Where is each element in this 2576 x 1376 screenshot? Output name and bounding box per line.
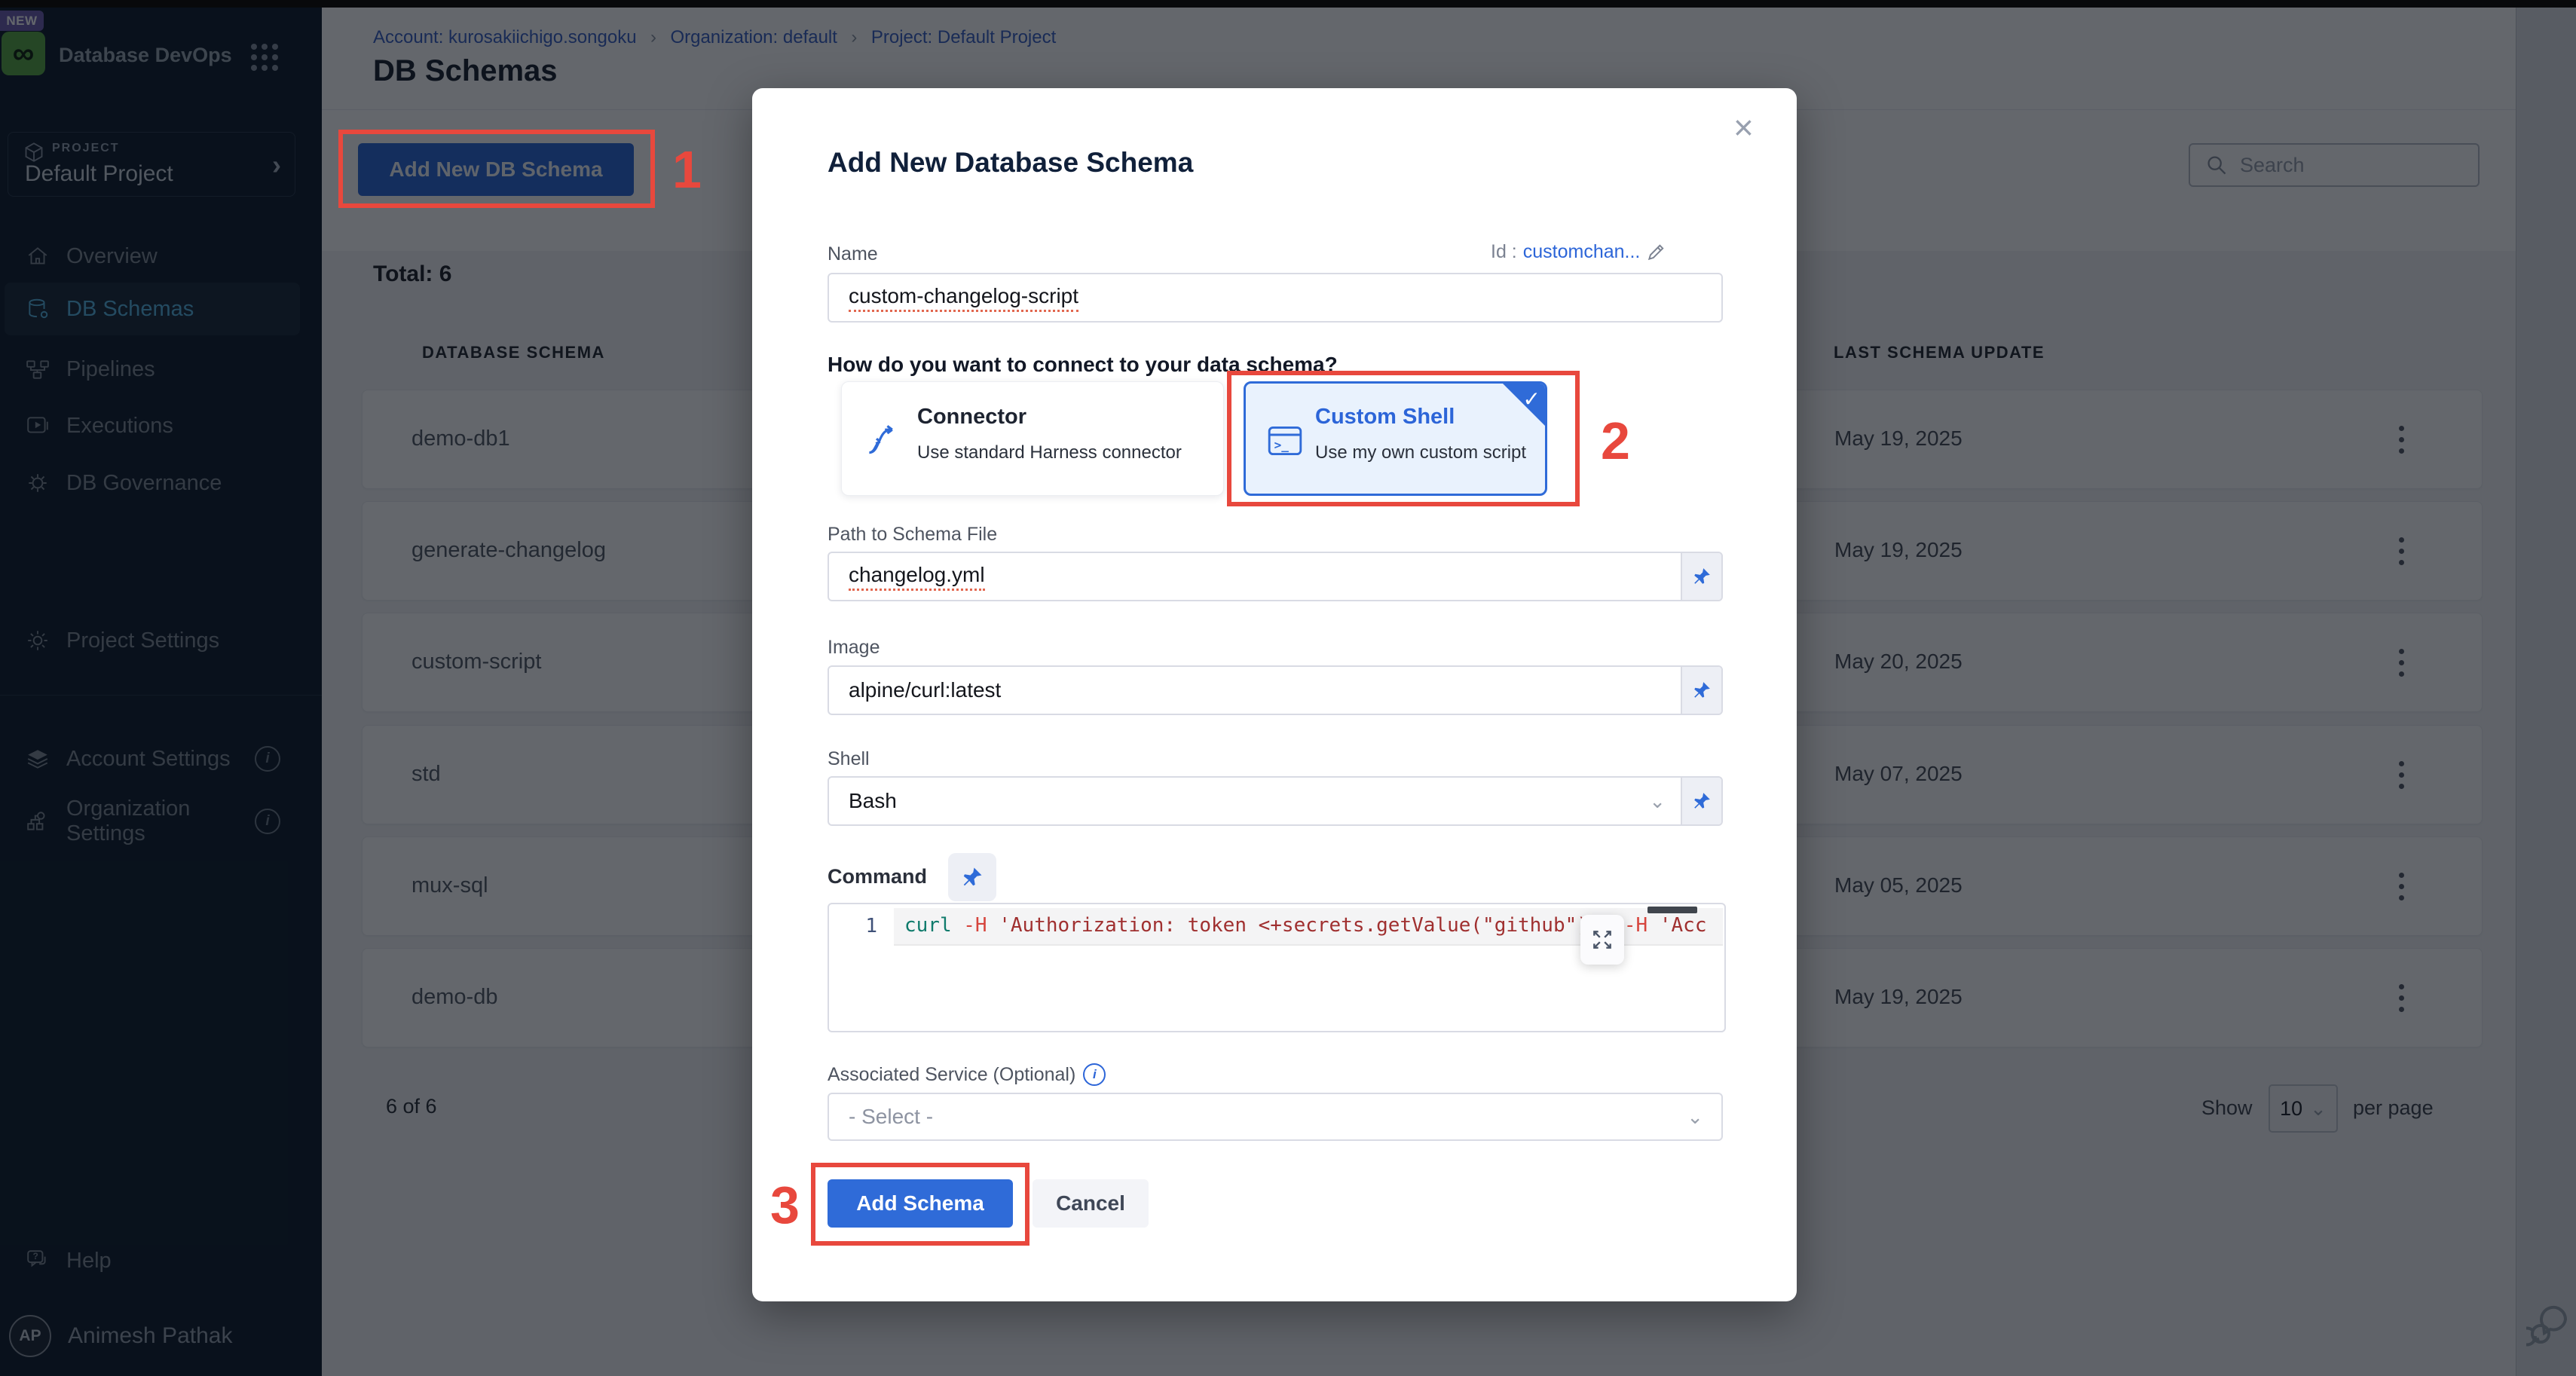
modal-title: Add New Database Schema — [828, 147, 1193, 179]
code-expand-button[interactable] — [1580, 915, 1624, 965]
annotation-number-2: 2 — [1601, 411, 1630, 471]
service-value: - Select - — [849, 1105, 933, 1129]
annotation-number-1: 1 — [672, 139, 702, 200]
name-input[interactable]: custom-changelog-script — [828, 273, 1723, 323]
pin-icon — [1692, 680, 1712, 700]
image-label: Image — [828, 637, 880, 659]
id-value-link[interactable]: customchan... — [1523, 241, 1641, 263]
path-label: Path to Schema File — [828, 524, 997, 546]
info-icon: i — [1083, 1063, 1106, 1086]
pin-toggle[interactable] — [1681, 667, 1721, 714]
pin-toggle[interactable] — [1681, 778, 1721, 824]
image-value: alpine/curl:latest — [849, 678, 1001, 702]
command-label: Command — [828, 865, 927, 888]
line-number: 1 — [829, 915, 877, 937]
id-row: Id : customchan... — [1491, 241, 1666, 263]
service-label: Associated Service (Optional) — [828, 1064, 1075, 1086]
id-label: Id : — [1491, 241, 1517, 263]
shell-value: Bash — [849, 789, 897, 813]
service-label-row: Associated Service (Optional) i — [828, 1063, 1106, 1086]
option-connector-card[interactable]: Connector Use standard Harness connector — [841, 381, 1224, 496]
path-input[interactable]: changelog.yml — [828, 552, 1723, 601]
close-icon[interactable]: × — [1729, 109, 1758, 145]
connector-subtitle: Use standard Harness connector — [917, 442, 1182, 463]
pin-icon — [1692, 567, 1712, 586]
chevron-down-icon: ⌄ — [1649, 790, 1666, 813]
name-label: Name — [828, 243, 878, 265]
annotation-box-3 — [811, 1163, 1029, 1246]
code-scrollbar-thumb[interactable] — [1647, 907, 1697, 913]
pin-toggle[interactable] — [1681, 553, 1721, 600]
window-top-strip — [0, 0, 2576, 8]
cancel-button[interactable]: Cancel — [1033, 1179, 1149, 1228]
pin-icon — [1692, 791, 1712, 811]
image-input[interactable]: alpine/curl:latest — [828, 665, 1723, 715]
edit-pencil-icon[interactable] — [1646, 243, 1666, 262]
add-schema-modal: × Add New Database Schema Name Id : cust… — [752, 88, 1797, 1301]
support-chat-button[interactable] — [2522, 1301, 2570, 1349]
connector-icon — [864, 421, 901, 457]
app-root: NEW ∞ Database DevOps PROJECT Default Pr… — [0, 0, 2576, 1376]
shell-label: Shell — [828, 748, 870, 770]
chevron-down-icon: ⌄ — [1687, 1105, 1703, 1129]
shell-select[interactable]: Bash ⌄ — [828, 776, 1723, 826]
annotation-box-1 — [338, 130, 655, 208]
annotation-box-2 — [1227, 371, 1580, 506]
command-pin-button[interactable] — [948, 853, 996, 901]
annotation-number-3: 3 — [770, 1175, 800, 1235]
name-value: custom-changelog-script — [849, 284, 1078, 312]
expand-icon — [1590, 928, 1614, 952]
pin-icon — [961, 866, 984, 888]
connector-title: Connector — [917, 405, 1026, 430]
service-select[interactable]: - Select - ⌄ — [828, 1093, 1723, 1141]
chat-bubbles-icon — [2526, 1301, 2571, 1347]
path-value: changelog.yml — [849, 563, 985, 591]
